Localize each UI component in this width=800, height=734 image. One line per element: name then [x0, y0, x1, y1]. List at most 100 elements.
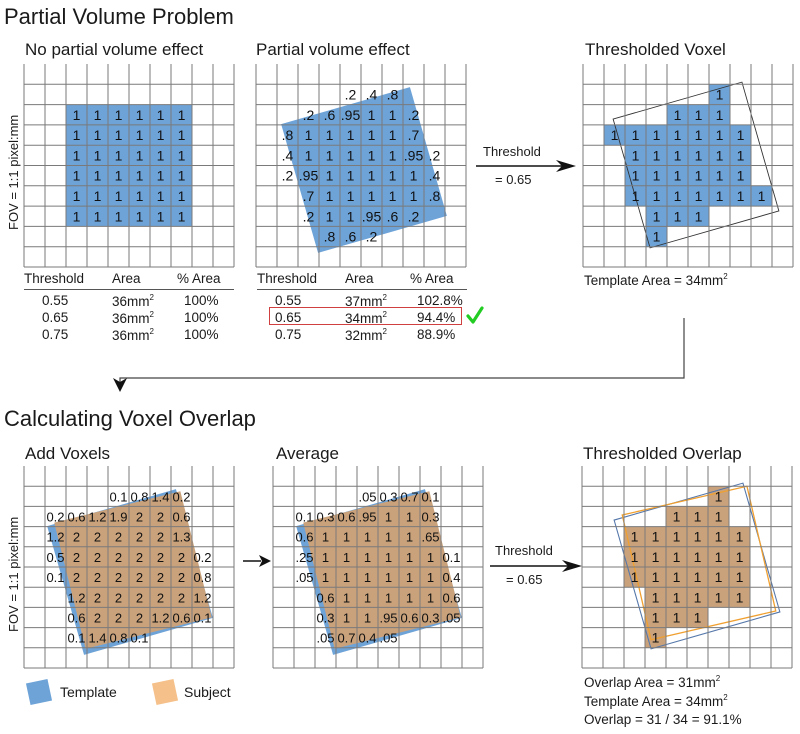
voxel-value: 1: [652, 549, 660, 565]
voxel-value: 1: [631, 529, 639, 545]
voxel-value: 1: [737, 147, 745, 163]
voxel-value: 1: [157, 208, 165, 224]
voxel-value: 1: [385, 530, 392, 545]
voxel-value: .2: [408, 208, 420, 224]
voxel-value: 1: [305, 127, 313, 143]
voxel-value: 1: [347, 147, 355, 163]
voxel-value: 1: [94, 127, 102, 143]
grid-thresholded-voxel: 11 1 11 1 1 1 1 1 11 1 1 1 1 11 1 1 1 1 11 1 1 1 1 1 11 1 11: [582, 64, 794, 268]
voxel-value: 2: [136, 611, 143, 626]
legend-swatch-template: [25, 678, 53, 706]
voxel-value: 1: [674, 188, 682, 204]
voxel-value: 1: [410, 168, 418, 184]
voxel-value: .95: [341, 107, 361, 123]
voxel-value: 1: [695, 168, 703, 184]
table-cell: 100%: [184, 293, 219, 308]
voxel-value: 1: [326, 168, 334, 184]
voxel-value: .6: [345, 229, 357, 245]
voxel-value: 1: [406, 550, 413, 565]
template-area-caption: Template Area = 34mm2: [584, 272, 728, 288]
voxel-value: 1: [694, 529, 702, 545]
voxel-value: 1: [758, 188, 766, 204]
voxel-value: .7: [408, 127, 420, 143]
voxel-value: 1: [364, 611, 371, 626]
voxel-value: 1: [389, 147, 397, 163]
voxel-value: 0.3: [379, 489, 397, 504]
voxel-value: 1: [322, 550, 329, 565]
voxel-value: 1: [389, 168, 397, 184]
voxel-value: 1: [652, 529, 660, 545]
voxel-value: 1: [737, 188, 745, 204]
voxel-value: 1: [632, 168, 640, 184]
voxel-value: 1: [347, 127, 355, 143]
overlap-caption: Template Area = 34mm2: [584, 693, 728, 709]
voxel-value: 1: [178, 107, 186, 123]
threshold-arrow-value-top: = 0.65: [495, 172, 532, 187]
voxel-value: 1: [157, 188, 165, 204]
voxel-value: 0.3: [316, 611, 334, 626]
voxel-value: 1: [364, 530, 371, 545]
voxel-value: 2: [136, 510, 143, 525]
voxel-value: .05: [442, 611, 460, 626]
voxel-value: .8: [324, 229, 336, 245]
voxel-value: 1: [73, 147, 81, 163]
grid-partial-volume: .2.4.8.2.6.95 1 1.2.8 1 1 1 1 1.7.4 1 1 1 1 1.95.2.2…: [255, 64, 467, 268]
voxel-value: 0.3: [421, 611, 439, 626]
voxel-value: 2: [115, 550, 122, 565]
voxel-value: 1: [674, 147, 682, 163]
voxel-value: 1: [631, 569, 639, 585]
voxel-value: .4: [366, 86, 378, 102]
voxel-value: 1: [385, 550, 392, 565]
voxel-value: .05: [316, 631, 334, 646]
voxel-value: 0.1: [442, 550, 460, 565]
voxel-value: .95: [358, 510, 376, 525]
voxel-value: 1: [322, 530, 329, 545]
voxel-value: 0.6: [172, 611, 190, 626]
voxel-value: 1: [632, 127, 640, 143]
voxel-value: 1: [716, 168, 724, 184]
voxel-value: 1: [178, 127, 186, 143]
voxel-value: 0.8: [130, 489, 148, 504]
voxel-value: 1: [157, 168, 165, 184]
voxel-value: 1: [694, 509, 702, 525]
voxel-value: .05: [379, 631, 397, 646]
voxel-value: 0.6: [67, 510, 85, 525]
voxel-value: 1: [115, 147, 123, 163]
legend-label-template: Template: [60, 684, 117, 700]
voxel-value: 1: [115, 107, 123, 123]
voxel-value: .8: [282, 127, 294, 143]
voxel-value: 2: [73, 530, 80, 545]
voxel-value: 1: [136, 168, 144, 184]
voxel-value: .05: [358, 489, 376, 504]
voxel-value: 1: [115, 168, 123, 184]
voxel-value: .95: [404, 147, 424, 163]
column-header: Threshold: [257, 271, 318, 286]
table-cell: 36mm2: [112, 293, 154, 309]
voxel-value: 2: [157, 530, 164, 545]
voxel-value: 1: [389, 188, 397, 204]
voxel-value: .2: [303, 208, 315, 224]
voxel-value: 1: [368, 127, 376, 143]
voxel-value: 1: [347, 188, 355, 204]
voxel-value: 1: [73, 168, 81, 184]
voxel-value: 0.8: [109, 631, 127, 646]
voxel-value: 1: [653, 168, 661, 184]
voxel-value: 0.1: [295, 510, 313, 525]
voxel-value: 1: [385, 510, 392, 525]
voxel-value: 2: [157, 570, 164, 585]
voxel-value: 1: [406, 510, 413, 525]
voxel-value: 1: [674, 107, 682, 123]
voxel-value: 0.8: [193, 570, 211, 585]
voxel-value: 1: [694, 569, 702, 585]
voxel-value: 1.2: [88, 510, 106, 525]
voxel-value: 1.2: [151, 611, 169, 626]
voxel-value: 1: [364, 570, 371, 585]
voxel-value: 1: [178, 147, 186, 163]
voxel-value: 1: [389, 127, 397, 143]
voxel-value: 1: [326, 208, 334, 224]
voxel-value: 0.2: [172, 489, 190, 504]
voxel-value: 1: [178, 168, 186, 184]
panel-title-thresholded-voxel: Thresholded Voxel: [585, 40, 726, 59]
voxel-value: 1: [157, 127, 165, 143]
voxel-value: .2: [282, 168, 294, 184]
